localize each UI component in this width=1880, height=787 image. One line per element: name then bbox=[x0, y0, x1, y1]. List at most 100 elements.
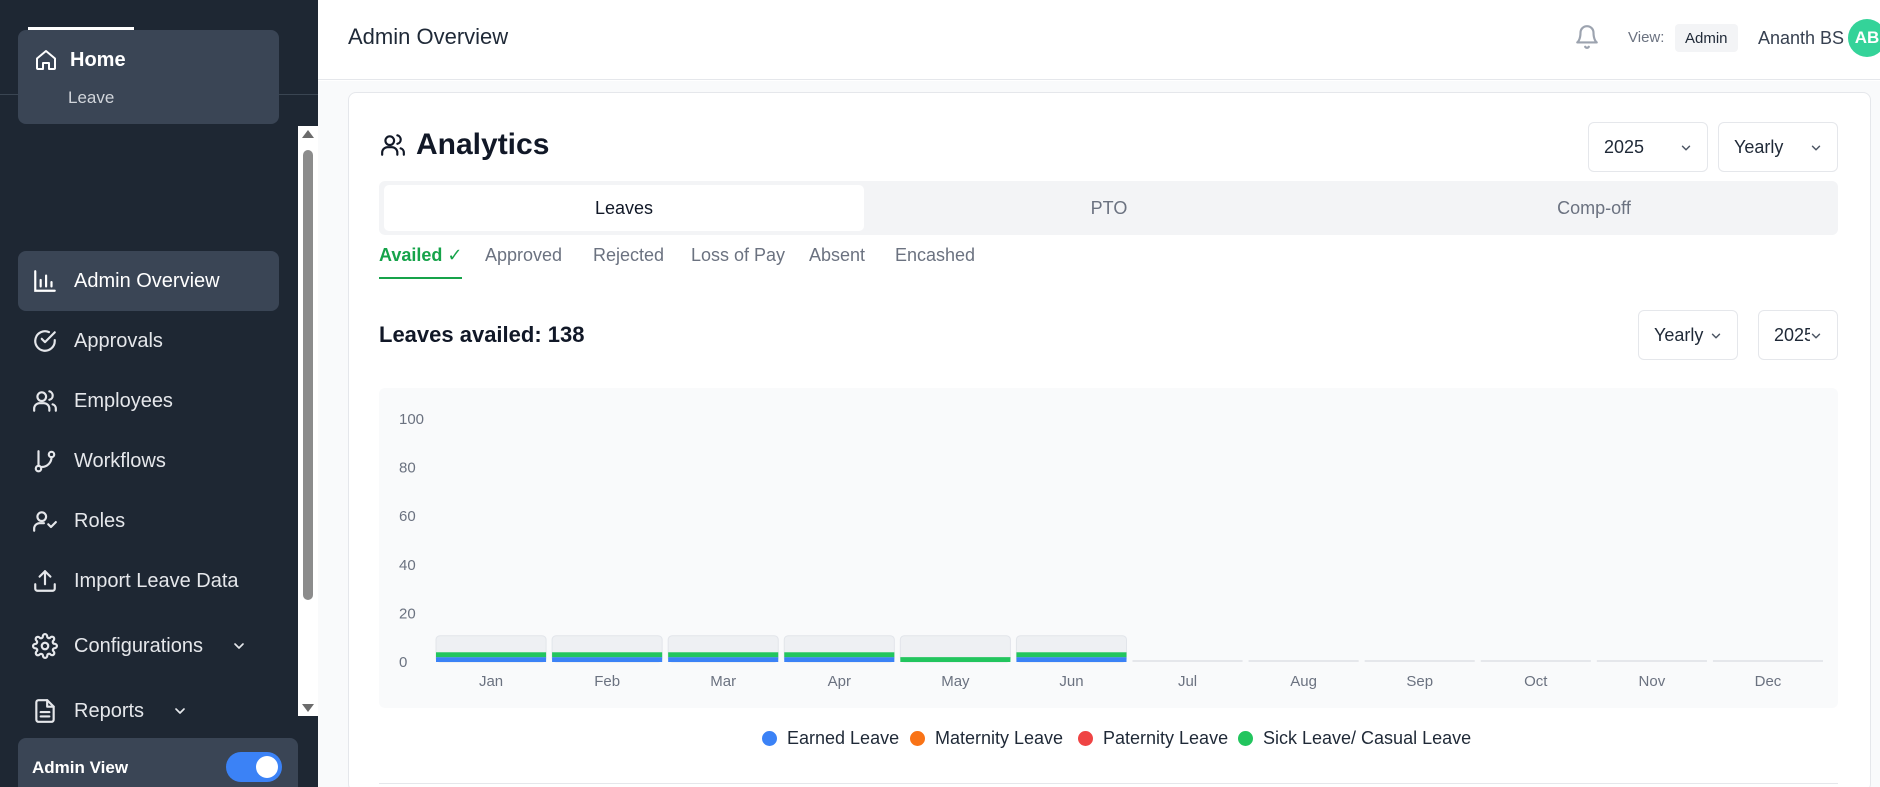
legend-item[interactable]: Paternity Leave bbox=[1078, 728, 1228, 749]
home-icon bbox=[36, 50, 56, 70]
bar-segment-earned-leave[interactable] bbox=[1016, 657, 1127, 662]
empty-bar-baseline bbox=[1248, 660, 1359, 662]
sidebar-home-card[interactable]: Home Leave bbox=[18, 30, 279, 124]
bar-segment-sick-leave-casual-leave[interactable] bbox=[1016, 652, 1127, 658]
tab-leaves[interactable]: Leaves bbox=[384, 185, 864, 231]
sidebar-item-label: Workflows bbox=[74, 449, 166, 472]
empty-bar-baseline bbox=[1480, 660, 1591, 662]
view-mode-badge[interactable]: Admin bbox=[1675, 24, 1738, 52]
chevron-down-icon bbox=[234, 643, 244, 649]
chart-year-select[interactable]: 2025 bbox=[1758, 310, 1838, 360]
legend-item[interactable]: Maternity Leave bbox=[910, 728, 1063, 749]
view-label: View: bbox=[1628, 29, 1665, 46]
bar-segment-sick-leave-casual-leave[interactable] bbox=[436, 652, 547, 658]
subtab-encashed[interactable]: Encashed bbox=[895, 245, 975, 279]
empty-bar-baseline bbox=[1596, 660, 1707, 662]
y-tick-label: 40 bbox=[399, 557, 416, 574]
subtab-rejected[interactable]: Rejected bbox=[593, 245, 664, 279]
sidebar-home-sub-leave[interactable]: Leave bbox=[68, 88, 114, 108]
legend-swatch bbox=[910, 731, 925, 746]
sidebar: eziileave Home Leave Admin Overview Appr… bbox=[0, 0, 318, 787]
bar-segment-sick-leave-casual-leave[interactable] bbox=[784, 652, 895, 658]
y-tick-label: 100 bbox=[399, 411, 424, 428]
sidebar-item-label: Employees bbox=[74, 389, 173, 412]
sidebar-item-import-leave-data[interactable]: Import Leave Data bbox=[18, 551, 279, 611]
y-tick-label: 0 bbox=[399, 654, 407, 671]
bell-icon[interactable] bbox=[1574, 24, 1600, 50]
empty-bar-baseline bbox=[1364, 660, 1475, 662]
legend-swatch bbox=[1078, 731, 1093, 746]
sidebar-item-label: Import Leave Data bbox=[74, 569, 239, 592]
scroll-down-arrow-icon[interactable] bbox=[302, 704, 314, 712]
bar-segment-earned-leave[interactable] bbox=[784, 657, 895, 662]
leaves-chart: 0 20 40 60 80 100 Jan Feb Mar Apr May Jun Jul Aug Sep O… bbox=[379, 388, 1838, 708]
tab-comp-off[interactable]: Comp-off bbox=[1354, 185, 1834, 231]
x-tick-label: Mar bbox=[710, 673, 736, 690]
subtab-approved[interactable]: Approved bbox=[485, 245, 562, 279]
legend-label: Paternity Leave bbox=[1103, 728, 1229, 748]
empty-bar-baseline bbox=[1712, 660, 1823, 662]
x-tick-label: Sep bbox=[1406, 673, 1433, 690]
x-tick-label: Dec bbox=[1755, 673, 1782, 690]
subtab-availed[interactable]: Availed ✓ bbox=[379, 245, 463, 279]
gear-icon bbox=[32, 633, 58, 659]
chart-period-select-value: Yearly bbox=[1654, 324, 1704, 345]
year-select[interactable]: 2025 bbox=[1588, 122, 1708, 172]
subtab-absent[interactable]: Absent bbox=[809, 245, 865, 279]
legend-label: Maternity Leave bbox=[935, 728, 1064, 748]
sidebar-item-configurations[interactable]: Configurations bbox=[18, 616, 279, 676]
scroll-up-arrow-icon[interactable] bbox=[302, 130, 314, 138]
user-check-icon bbox=[33, 511, 57, 532]
upload-icon bbox=[34, 570, 56, 592]
subtab-loss-of-pay[interactable]: Loss of Pay bbox=[691, 245, 785, 279]
x-tick-label: May bbox=[941, 673, 970, 690]
x-tick-label: Oct bbox=[1524, 673, 1548, 690]
user-name[interactable]: Ananth BS bbox=[1758, 28, 1844, 49]
sidebar-home-row: Home bbox=[34, 48, 126, 72]
top-header: Admin Overview View: Admin Ananth BS AB bbox=[318, 0, 1880, 80]
x-tick-label: Jan bbox=[479, 673, 503, 690]
x-tick-label: Apr bbox=[828, 673, 851, 690]
file-icon bbox=[35, 699, 55, 723]
tab-pto[interactable]: PTO bbox=[869, 185, 1349, 231]
bar-segment-earned-leave[interactable] bbox=[668, 657, 779, 662]
chevron-down-icon bbox=[1811, 145, 1821, 151]
bar-segment-sick-leave-casual-leave[interactable] bbox=[900, 657, 1011, 662]
chevron-down-icon bbox=[1811, 333, 1821, 339]
scrollbar-thumb[interactable] bbox=[303, 150, 313, 600]
period-select-value: Yearly bbox=[1734, 136, 1784, 157]
sidebar-item-label: Reports bbox=[74, 699, 145, 722]
bar-segment-earned-leave[interactable] bbox=[436, 657, 547, 662]
sidebar-item-employees[interactable]: Employees bbox=[18, 371, 279, 431]
sidebar-item-admin-overview[interactable]: Admin Overview bbox=[18, 251, 279, 311]
x-tick-label: Jul bbox=[1178, 673, 1197, 690]
legend-item[interactable]: Earned Leave bbox=[762, 728, 899, 749]
year-select-value: 2025 bbox=[1604, 136, 1645, 157]
chart-period-select[interactable]: Yearly bbox=[1638, 310, 1738, 360]
analytics-heading: Analytics bbox=[380, 128, 549, 162]
bar-segment-sick-leave-casual-leave[interactable] bbox=[552, 652, 663, 658]
bar-segment-earned-leave[interactable] bbox=[552, 657, 663, 662]
period-select[interactable]: Yearly bbox=[1718, 122, 1838, 172]
sidebar-item-approvals[interactable]: Approvals bbox=[18, 311, 279, 371]
page-title: Admin Overview bbox=[348, 24, 509, 49]
legend-item[interactable]: Sick Leave/ Casual Leave bbox=[1238, 728, 1471, 749]
sidebar-item-roles[interactable]: Roles bbox=[18, 491, 279, 551]
check-circle-icon bbox=[34, 330, 56, 352]
toggle-knob bbox=[256, 756, 278, 778]
avatar[interactable]: AB bbox=[1848, 19, 1880, 57]
sidebar-item-label: Approvals bbox=[74, 329, 163, 352]
sidebar-item-label: Configurations bbox=[74, 634, 203, 657]
leaves-bar-chart: 0 20 40 60 80 100 Jan Feb Mar Apr May Jun Jul Aug Sep O… bbox=[399, 411, 1823, 690]
x-tick-label: Nov bbox=[1639, 673, 1666, 690]
sidebar-scrollbar[interactable] bbox=[298, 126, 318, 716]
x-tick-label: Jun bbox=[1059, 673, 1083, 690]
bar-segment-sick-leave-casual-leave[interactable] bbox=[668, 652, 779, 658]
divider bbox=[379, 783, 1838, 784]
chart-year-select-value: 2025 bbox=[1774, 324, 1810, 345]
legend-swatch bbox=[762, 731, 777, 746]
chart-legend: Earned Leave Maternity Leave Paternity Lea… bbox=[0, 728, 1880, 758]
legend-label: Sick Leave/ Casual Leave bbox=[1263, 728, 1472, 748]
sidebar-item-workflows[interactable]: Workflows bbox=[18, 431, 279, 491]
admin-view-label: Admin View bbox=[32, 758, 129, 777]
